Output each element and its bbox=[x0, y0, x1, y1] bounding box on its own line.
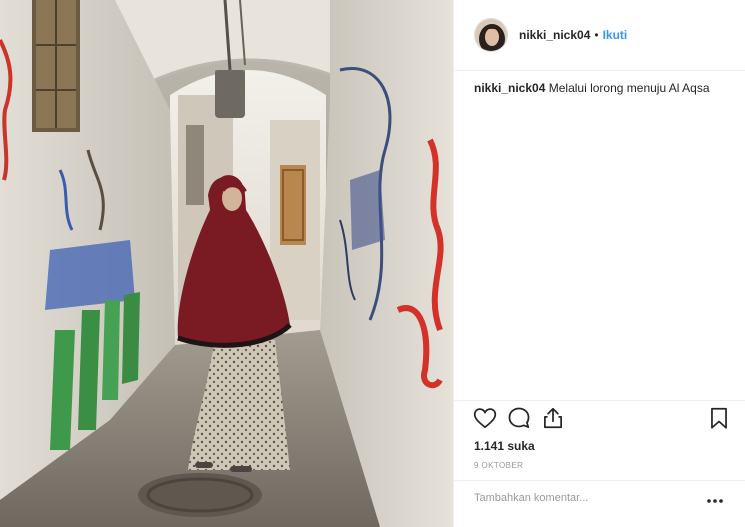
comments-divider bbox=[454, 400, 745, 401]
header-separator: • bbox=[594, 28, 599, 42]
comment-input[interactable] bbox=[474, 492, 684, 504]
follow-button[interactable]: Ikuti bbox=[603, 28, 628, 42]
header-username[interactable]: nikki_nick04 bbox=[519, 28, 590, 42]
post-caption: nikki_nick04 Melalui lorong menuju Al Aq… bbox=[474, 80, 734, 96]
share-icon[interactable] bbox=[540, 405, 568, 433]
header-divider bbox=[454, 70, 745, 71]
comment-icon[interactable] bbox=[506, 405, 534, 433]
post-side-panel: nikki_nick04 • Ikuti nikki_nick04 Melalu… bbox=[453, 0, 745, 527]
likes-count[interactable]: 1.141 suka bbox=[474, 439, 535, 453]
heart-icon[interactable] bbox=[472, 405, 500, 433]
caption-username[interactable]: nikki_nick04 bbox=[474, 81, 545, 95]
photo-alley-scene bbox=[0, 0, 453, 527]
more-options-icon[interactable] bbox=[706, 494, 724, 506]
post-date[interactable]: 9 OKTOBER bbox=[474, 461, 523, 470]
comment-divider bbox=[454, 480, 745, 481]
caption-text: Melalui lorong menuju Al Aqsa bbox=[548, 81, 710, 95]
post-header: nikki_nick04 • Ikuti bbox=[474, 17, 627, 53]
post-photo[interactable] bbox=[0, 0, 453, 527]
avatar-icon[interactable] bbox=[474, 18, 508, 52]
bookmark-icon[interactable] bbox=[706, 405, 734, 433]
action-bar bbox=[472, 405, 728, 435]
